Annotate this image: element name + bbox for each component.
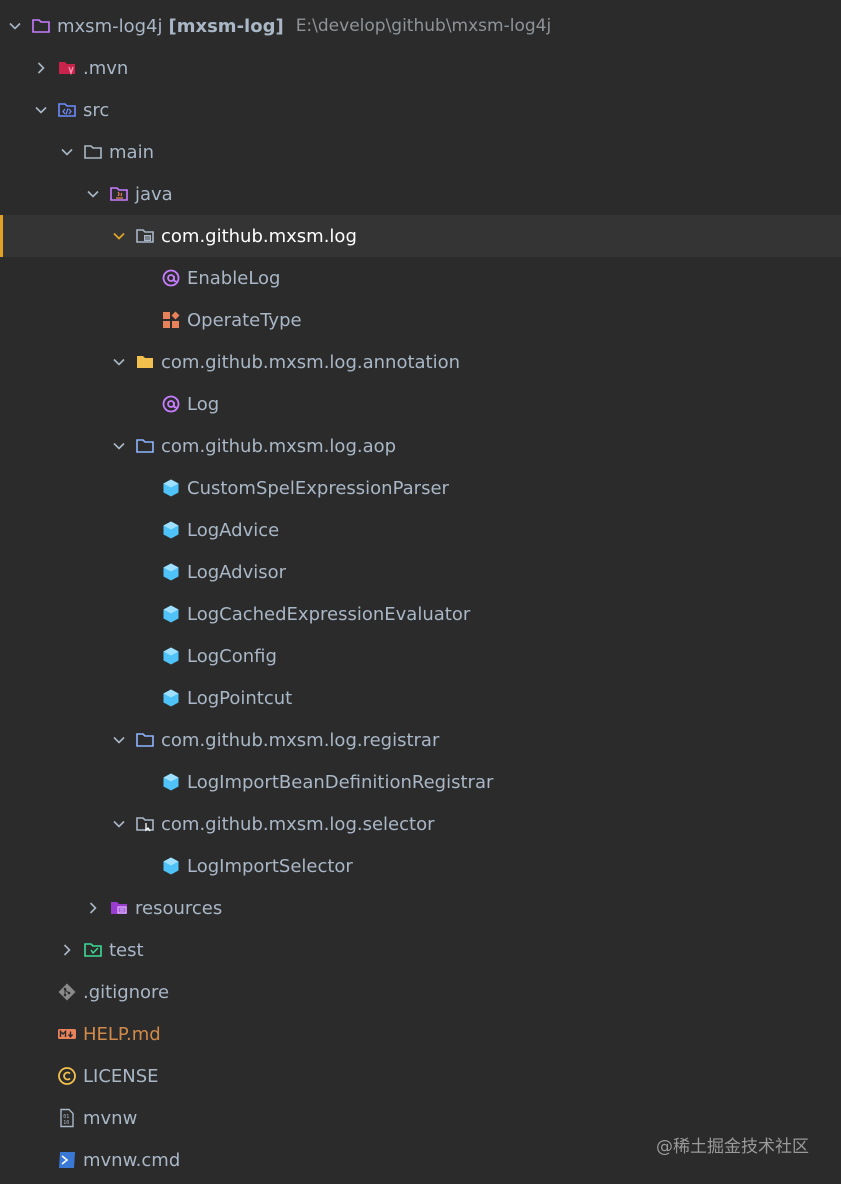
tree-row-log-cached[interactable]: LogCachedExpressionEvaluator xyxy=(0,593,841,635)
tree-item-label: LogAdvice xyxy=(187,519,280,541)
chevron-down-icon[interactable] xyxy=(108,729,130,751)
module-folder-icon xyxy=(30,15,52,37)
tree-item-label: main xyxy=(109,141,154,163)
class-icon xyxy=(160,771,182,793)
tree-item-label: resources xyxy=(135,897,223,919)
chevron-right-icon[interactable] xyxy=(82,897,104,919)
chevron-right-icon[interactable] xyxy=(30,57,52,79)
tree-row-enable-log[interactable]: EnableLog xyxy=(0,257,841,299)
tree-item-label: CustomSpelExpressionParser xyxy=(187,477,449,499)
tree-row-help-md[interactable]: HELP.md xyxy=(0,1013,841,1055)
tree-item-label: mvnw xyxy=(83,1107,138,1129)
watermark: @稀土掘金技术社区 xyxy=(656,1137,809,1157)
chevron-down-icon[interactable] xyxy=(56,141,78,163)
tree-item-label: com.github.mxsm.log.selector xyxy=(161,813,435,835)
tree-item-label: com.github.mxsm.log.registrar xyxy=(161,729,440,751)
tree-row-pkg-annotation[interactable]: com.github.mxsm.log.annotation xyxy=(0,341,841,383)
folder-blue-icon xyxy=(134,729,156,751)
tree-row-resources[interactable]: resources xyxy=(0,887,841,929)
chevron-down-icon[interactable] xyxy=(108,435,130,457)
class-icon xyxy=(160,687,182,709)
resources-folder-icon xyxy=(108,897,130,919)
tree-row-src[interactable]: src xyxy=(0,89,841,131)
tree-row-log-advice[interactable]: LogAdvice xyxy=(0,509,841,551)
enum-icon xyxy=(160,309,182,331)
tree-row-pkg-root[interactable]: com.github.mxsm.log xyxy=(0,215,841,257)
tree-row-pkg-selector[interactable]: com.github.mxsm.log.selector xyxy=(0,803,841,845)
tree-item-label: .mvn xyxy=(83,57,129,79)
class-icon xyxy=(160,603,182,625)
tree-item-label: EnableLog xyxy=(187,267,281,289)
project-path: E:\develop\github\mxsm-log4j xyxy=(295,16,552,36)
folder-yellow-icon xyxy=(134,351,156,373)
project-name: mxsm-log4j xyxy=(57,15,163,37)
tree-item-label: com.github.mxsm.log.annotation xyxy=(161,351,461,373)
tree-row-java[interactable]: java xyxy=(0,173,841,215)
tree-row-operate-type[interactable]: OperateType xyxy=(0,299,841,341)
class-icon xyxy=(160,645,182,667)
folder-icon xyxy=(82,141,104,163)
project-tree: mxsm-log4j [mxsm-log] E:\develop\github\… xyxy=(0,5,841,1181)
tree-row-log-advisor[interactable]: LogAdvisor xyxy=(0,551,841,593)
git-icon xyxy=(56,981,78,1003)
svg-text:10: 10 xyxy=(63,1120,69,1126)
class-icon xyxy=(160,519,182,541)
folder-selector-icon xyxy=(134,813,156,835)
annotation-icon xyxy=(160,393,182,415)
tree-row-log[interactable]: Log xyxy=(0,383,841,425)
tree-row-log-import-selector[interactable]: LogImportSelector xyxy=(0,845,841,887)
tree-row-project-root[interactable]: mxsm-log4j [mxsm-log] E:\develop\github\… xyxy=(0,5,841,47)
tree-row-test[interactable]: test xyxy=(0,929,841,971)
tree-row-log-pointcut[interactable]: LogPointcut xyxy=(0,677,841,719)
tree-item-label: LogImportBeanDefinitionRegistrar xyxy=(187,771,494,793)
package-icon xyxy=(134,225,156,247)
tree-item-label: com.github.mxsm.log.aop xyxy=(161,435,397,457)
maven-folder-icon xyxy=(56,57,78,79)
tree-item-label: OperateType xyxy=(187,309,302,331)
tree-item-label: .gitignore xyxy=(83,981,170,1003)
java-source-folder-icon xyxy=(108,183,130,205)
tree-item-label: LICENSE xyxy=(83,1065,159,1087)
folder-blue-icon xyxy=(134,435,156,457)
tree-row-pkg-aop[interactable]: com.github.mxsm.log.aop xyxy=(0,425,841,467)
tree-item-label: LogCachedExpressionEvaluator xyxy=(187,603,471,625)
markdown-icon xyxy=(56,1023,78,1045)
tree-item-label: src xyxy=(83,99,110,121)
annotation-icon xyxy=(160,267,182,289)
chevron-down-icon[interactable] xyxy=(108,813,130,835)
tree-item-label: Log xyxy=(187,393,220,415)
copyright-icon xyxy=(56,1065,78,1087)
tree-item-label: HELP.md xyxy=(83,1023,161,1045)
tree-item-label: mvnw.cmd xyxy=(83,1149,181,1171)
tree-row-main[interactable]: main xyxy=(0,131,841,173)
test-folder-icon xyxy=(82,939,104,961)
chevron-down-icon[interactable] xyxy=(30,99,52,121)
tree-item-label: LogImportSelector xyxy=(187,855,353,877)
tree-item-label: LogAdvisor xyxy=(187,561,287,583)
tree-item-label: LogPointcut xyxy=(187,687,293,709)
chevron-down-icon[interactable] xyxy=(4,15,26,37)
source-folder-icon xyxy=(56,99,78,121)
tree-item-label: com.github.mxsm.log xyxy=(161,225,357,247)
chevron-down-icon[interactable] xyxy=(82,183,104,205)
binary-file-icon: 01 10 xyxy=(56,1107,78,1129)
class-icon xyxy=(160,561,182,583)
tree-row-pkg-registrar[interactable]: com.github.mxsm.log.registrar xyxy=(0,719,841,761)
tree-item-label: java xyxy=(135,183,173,205)
terminal-icon xyxy=(56,1149,78,1171)
module-label: [mxsm-log] xyxy=(168,15,284,37)
class-icon xyxy=(160,477,182,499)
tree-row-log-config[interactable]: LogConfig xyxy=(0,635,841,677)
tree-row-custom-spel[interactable]: CustomSpelExpressionParser xyxy=(0,467,841,509)
class-icon xyxy=(160,855,182,877)
chevron-down-icon[interactable] xyxy=(108,351,130,373)
tree-row-log-import-registrar[interactable]: LogImportBeanDefinitionRegistrar xyxy=(0,761,841,803)
chevron-down-icon[interactable] xyxy=(108,225,130,247)
tree-row-gitignore[interactable]: .gitignore xyxy=(0,971,841,1013)
tree-row-mvn[interactable]: .mvn xyxy=(0,47,841,89)
chevron-right-icon[interactable] xyxy=(56,939,78,961)
tree-item-label: LogConfig xyxy=(187,645,277,667)
tree-row-license[interactable]: LICENSE xyxy=(0,1055,841,1097)
tree-item-label: test xyxy=(109,939,144,961)
